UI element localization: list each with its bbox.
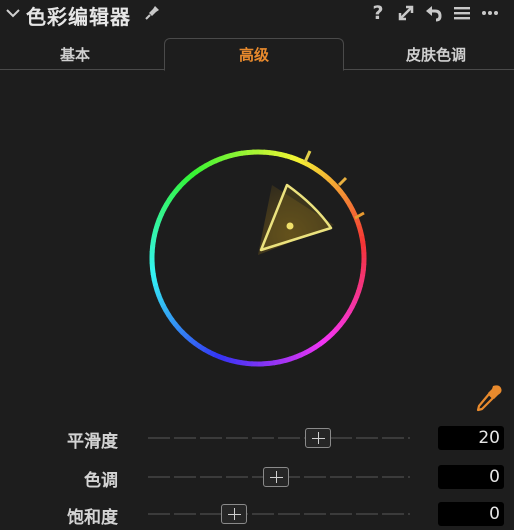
eyedropper-icon[interactable]: [474, 383, 504, 413]
panel-header: 色彩编辑器 ?: [0, 0, 514, 29]
slider-thumb[interactable]: [305, 428, 332, 448]
slider-track[interactable]: [148, 513, 410, 515]
slider-label: 饱和度: [67, 508, 118, 528]
value-field[interactable]: 0: [438, 465, 504, 489]
panel-title: 色彩编辑器: [26, 5, 131, 29]
hue-ring[interactable]: [149, 149, 367, 367]
slider-thumb[interactable]: [263, 467, 290, 487]
tab-bar: 基本 高级 皮肤色调: [0, 38, 514, 71]
slider-row-saturation: 饱和度 0: [0, 500, 514, 530]
collapse-chevron-icon[interactable]: [4, 4, 22, 22]
expand-icon[interactable]: [396, 3, 416, 23]
pin-icon[interactable]: [143, 4, 161, 22]
help-icon[interactable]: ?: [368, 3, 388, 23]
more-icon[interactable]: [480, 3, 500, 23]
tab-advanced[interactable]: 高级: [164, 38, 344, 71]
slider-thumb[interactable]: [221, 504, 248, 524]
color-wheel[interactable]: [130, 140, 390, 390]
menu-icon[interactable]: [452, 3, 472, 23]
slider-label: 色调: [84, 471, 118, 491]
slider-track[interactable]: [148, 437, 410, 439]
value-field[interactable]: 0: [438, 502, 504, 526]
value-field[interactable]: 20: [438, 426, 504, 450]
range-tick[interactable]: [303, 150, 312, 163]
tab-skin-tone[interactable]: 皮肤色调: [358, 38, 514, 70]
selection-center-dot[interactable]: [286, 222, 294, 230]
reset-icon[interactable]: [423, 3, 443, 23]
tab-basic[interactable]: 基本: [0, 38, 150, 70]
slider-row-smoothness: 平滑度 20: [0, 424, 514, 454]
slider-row-hue: 色调 0: [0, 463, 514, 493]
slider-label: 平滑度: [67, 432, 118, 452]
range-tick[interactable]: [337, 176, 348, 187]
